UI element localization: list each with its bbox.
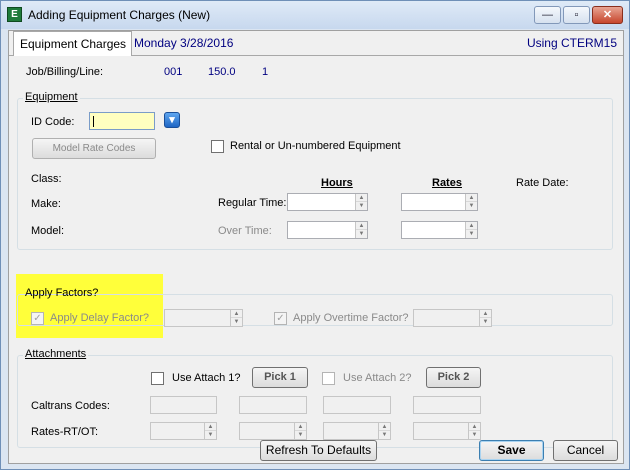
attach-2-rt-input[interactable]: ▲ ▼ <box>323 422 391 440</box>
over-time-rate-input[interactable]: ▲ ▼ <box>401 221 478 239</box>
attachments-group-label: Attachments <box>23 348 89 360</box>
pick-1-button[interactable]: Pick 1 <box>252 367 308 388</box>
apply-factors-group-label: Apply Factors? <box>25 287 99 299</box>
refresh-to-defaults-button[interactable]: Refresh To Defaults <box>260 440 377 461</box>
rate-date-label: Rate Date: <box>516 177 569 189</box>
regular-time-rate-spinner[interactable]: ▲ ▼ <box>465 194 477 210</box>
overtime-factor-spinner[interactable]: ▲ ▼ <box>479 310 491 326</box>
hours-header: Hours <box>321 177 353 189</box>
maximize-button[interactable]: ▫ <box>563 6 590 24</box>
close-button[interactable]: ✕ <box>592 6 623 24</box>
caltrans-code-1-input[interactable] <box>150 396 217 414</box>
window: E Adding Equipment Charges (New) — ▫ ✕ E… <box>0 0 630 470</box>
over-time-hours-input[interactable]: ▲ ▼ <box>287 221 368 239</box>
make-label: Make: <box>31 198 61 210</box>
app-icon: E <box>7 7 22 22</box>
rates-header: Rates <box>432 177 462 189</box>
tab-equipment-charges[interactable]: Equipment Charges <box>13 31 132 55</box>
model-rate-codes-button[interactable]: Model Rate Codes <box>32 138 156 159</box>
over-time-rate-spinner[interactable]: ▲ ▼ <box>465 222 477 238</box>
use-attach-2-label: Use Attach 2? <box>343 372 412 384</box>
use-attach-2-checkbox[interactable] <box>322 372 335 385</box>
save-button[interactable]: Save <box>479 440 544 461</box>
overtime-factor-input[interactable]: ▲ ▼ <box>413 309 492 327</box>
regular-time-label: Regular Time: <box>218 197 287 209</box>
title-bar[interactable]: E Adding Equipment Charges (New) — ▫ ✕ <box>1 1 629 29</box>
cancel-button[interactable]: Cancel <box>553 440 618 461</box>
apply-overtime-factor-checkbox[interactable]: ✓ <box>274 312 287 325</box>
id-code-label: ID Code: <box>31 116 75 128</box>
lookup-dropdown-icon[interactable]: ▾ <box>164 112 180 128</box>
caltrans-code-4-input[interactable] <box>413 396 481 414</box>
regular-time-hours-input[interactable]: ▲ ▼ <box>287 193 368 211</box>
line-number: 1 <box>262 66 269 78</box>
over-time-hours-spinner[interactable]: ▲ ▼ <box>355 222 367 238</box>
class-label: Class: <box>31 173 62 185</box>
caltrans-codes-label: Caltrans Codes: <box>31 400 110 412</box>
delay-factor-spinner[interactable]: ▲ ▼ <box>230 310 242 326</box>
apply-delay-factor-label: Apply Delay Factor? <box>50 312 150 324</box>
job-billing-line-label: Job/Billing/Line: <box>26 66 104 78</box>
attach-1-rt-input[interactable]: ▲ ▼ <box>150 422 217 440</box>
billing-number: 150.0 <box>208 66 236 78</box>
tab-panel: Job/Billing/Line: 001 150.0 1 Equipment … <box>10 56 622 463</box>
client-area: Equipment Charges Monday 3/28/2016 Using… <box>8 30 624 464</box>
rates-rt-ot-label: Rates-RT/OT: <box>31 426 99 438</box>
delay-factor-input[interactable]: ▲ ▼ <box>164 309 243 327</box>
regular-time-hours-spinner[interactable]: ▲ ▼ <box>355 194 367 210</box>
window-title: Adding Equipment Charges (New) <box>28 8 211 22</box>
apply-delay-factor-checkbox[interactable]: ✓ <box>31 312 44 325</box>
over-time-label: Over Time: <box>218 225 272 237</box>
attach-2-ot-input[interactable]: ▲ ▼ <box>413 422 481 440</box>
apply-overtime-factor-label: Apply Overtime Factor? <box>293 312 409 324</box>
use-attach-1-label: Use Attach 1? <box>172 372 241 384</box>
equipment-group-label: Equipment <box>23 91 80 103</box>
model-label: Model: <box>31 225 65 237</box>
caltrans-code-3-input[interactable] <box>323 396 391 414</box>
caltrans-code-2-input[interactable] <box>239 396 307 414</box>
job-number: 001 <box>164 66 183 78</box>
attach-1-ot-input[interactable]: ▲ ▼ <box>239 422 307 440</box>
regular-time-rate-input[interactable]: ▲ ▼ <box>401 193 478 211</box>
rental-checkbox[interactable] <box>211 140 224 153</box>
id-code-input[interactable] <box>89 112 155 130</box>
minimize-button[interactable]: — <box>534 6 561 24</box>
header-terminal: Using CTERM15 <box>526 36 617 50</box>
rental-checkbox-label: Rental or Un-numbered Equipment <box>230 140 401 152</box>
header-date: Monday 3/28/2016 <box>134 36 234 50</box>
pick-2-button[interactable]: Pick 2 <box>426 367 481 388</box>
use-attach-1-checkbox[interactable] <box>151 372 164 385</box>
